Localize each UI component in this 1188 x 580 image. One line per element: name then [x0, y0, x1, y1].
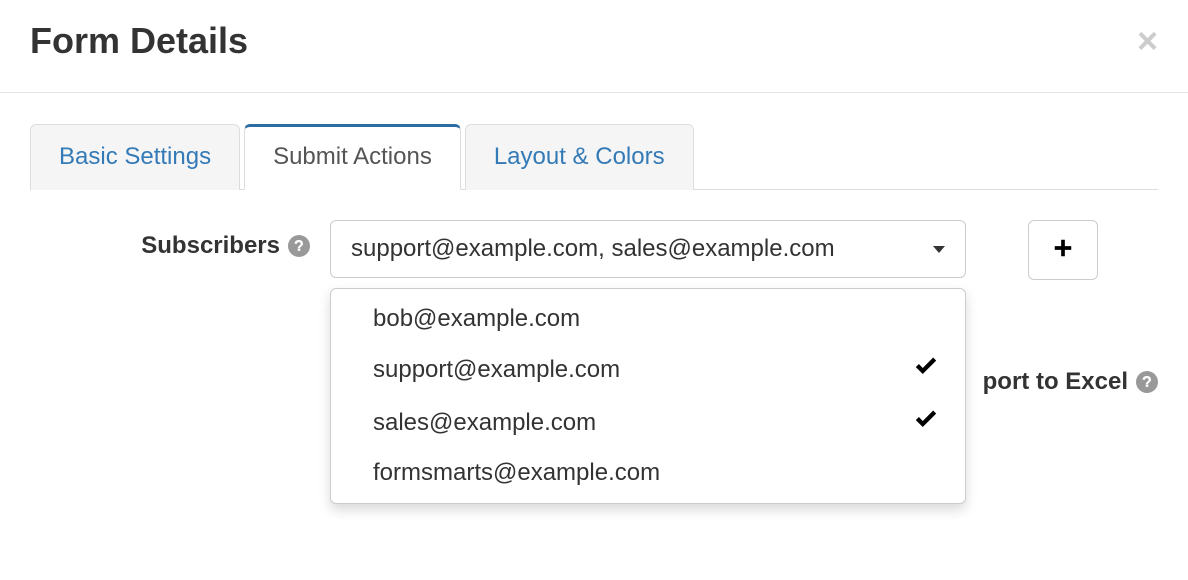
- add-button-wrap: [1028, 220, 1098, 280]
- subscribers-option[interactable]: formsmarts@example.com: [331, 449, 965, 497]
- option-label: formsmarts@example.com: [373, 459, 660, 487]
- close-icon[interactable]: ×: [1137, 23, 1158, 59]
- question-circle-icon[interactable]: [288, 235, 310, 257]
- subscribers-field: support@example.com, sales@example.com b…: [330, 220, 966, 278]
- option-label: sales@example.com: [373, 409, 596, 437]
- caret-down-icon: [933, 246, 945, 253]
- tab-submit-actions[interactable]: Submit Actions: [244, 124, 461, 190]
- tab-label: Submit Actions: [273, 143, 432, 170]
- form-details-modal: Form Details × Basic Settings Submit Act…: [0, 0, 1188, 280]
- modal-body: Basic Settings Submit Actions Layout & C…: [0, 93, 1188, 280]
- subscribers-row: Subscribers support@example.com, sales@e…: [30, 220, 1158, 280]
- check-icon: [913, 406, 939, 439]
- option-label: support@example.com: [373, 356, 620, 384]
- tab-label: Layout & Colors: [494, 143, 665, 170]
- subscribers-dropdown-button[interactable]: support@example.com, sales@example.com: [330, 220, 966, 278]
- export-to-excel-label-partial: port to Excel: [983, 368, 1158, 396]
- question-circle-icon[interactable]: [1136, 371, 1158, 393]
- tab-layout-colors[interactable]: Layout & Colors: [465, 124, 694, 190]
- check-icon: [913, 353, 939, 386]
- subscribers-selected-display: support@example.com, sales@example.com: [351, 235, 835, 263]
- modal-title: Form Details: [30, 20, 248, 62]
- add-subscriber-button[interactable]: [1028, 220, 1098, 280]
- tab-basic-settings[interactable]: Basic Settings: [30, 124, 240, 190]
- modal-header: Form Details ×: [0, 0, 1188, 93]
- tab-label: Basic Settings: [59, 143, 211, 170]
- partial-label-text: port to Excel: [983, 368, 1128, 396]
- tabs: Basic Settings Submit Actions Layout & C…: [30, 123, 1158, 190]
- subscribers-dropdown-menu: bob@example.com support@example.com sale…: [330, 288, 966, 504]
- subscribers-label: Subscribers: [141, 232, 280, 260]
- option-label: bob@example.com: [373, 305, 580, 333]
- subscribers-option[interactable]: support@example.com: [331, 343, 965, 396]
- plus-icon: [1052, 235, 1074, 266]
- subscribers-option[interactable]: sales@example.com: [331, 396, 965, 449]
- subscribers-option[interactable]: bob@example.com: [331, 295, 965, 343]
- subscribers-label-wrap: Subscribers: [30, 220, 330, 260]
